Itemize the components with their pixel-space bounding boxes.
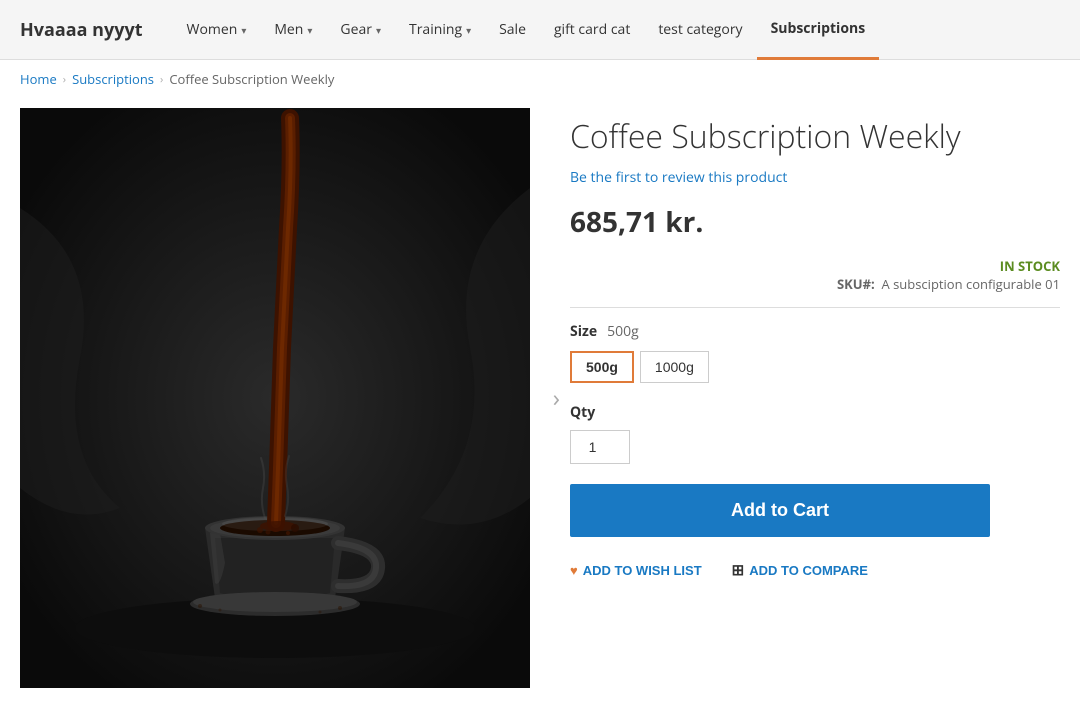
breadcrumb-current: Coffee Subscription Weekly bbox=[169, 70, 334, 88]
divider bbox=[570, 307, 1060, 308]
qty-section: Qty bbox=[570, 403, 1060, 464]
selected-size-display: 500g bbox=[607, 322, 639, 341]
compare-label: ADD TO COMPARE bbox=[749, 563, 868, 578]
breadcrumb-parent[interactable]: Subscriptions bbox=[72, 70, 154, 88]
size-label: Size bbox=[570, 322, 597, 341]
sku-line: SKU#: A subsciption configurable 01 bbox=[570, 275, 1060, 293]
chevron-down-icon: ▾ bbox=[241, 23, 246, 37]
product-details: Coffee Subscription Weekly Be the first … bbox=[570, 108, 1060, 688]
chevron-down-icon: ▾ bbox=[307, 23, 312, 37]
breadcrumb-home[interactable]: Home bbox=[20, 70, 57, 88]
size-option-1000g[interactable]: 1000g bbox=[640, 351, 709, 383]
add-to-compare-button[interactable]: ADD TO COMPARE bbox=[732, 561, 868, 579]
product-page: › Coffee Subscription Weekly Be the firs… bbox=[0, 98, 1080, 728]
breadcrumb-sep-2: › bbox=[160, 72, 163, 87]
breadcrumb-sep-1: › bbox=[63, 72, 66, 87]
site-logo: Hvaaaa nyyyt bbox=[20, 18, 143, 42]
product-image-wrap: › bbox=[20, 108, 530, 688]
product-image bbox=[20, 108, 530, 688]
chevron-down-icon: ▾ bbox=[376, 23, 381, 37]
wishlist-label: ADD TO WISH LIST bbox=[583, 563, 702, 578]
review-link[interactable]: Be the first to review this product bbox=[570, 168, 1060, 187]
nav-item-subscriptions[interactable]: Subscriptions bbox=[757, 0, 880, 60]
nav-item-gift-card-cat[interactable]: gift card cat bbox=[540, 0, 644, 60]
size-options: 500g1000g bbox=[570, 351, 1060, 383]
heart-icon bbox=[570, 563, 578, 578]
size-section: Size 500g 500g1000g bbox=[570, 322, 1060, 383]
stock-sku-section: IN STOCK SKU#: A subsciption configurabl… bbox=[570, 257, 1060, 293]
add-to-cart-button[interactable]: Add to Cart bbox=[570, 484, 990, 537]
nav-item-men[interactable]: Men ▾ bbox=[260, 0, 326, 60]
compare-icon bbox=[732, 561, 745, 579]
chevron-down-icon: ▾ bbox=[466, 23, 471, 37]
nav-item-gear[interactable]: Gear ▾ bbox=[326, 0, 395, 60]
nav-item-women[interactable]: Women ▾ bbox=[173, 0, 261, 60]
nav-item-training[interactable]: Training ▾ bbox=[395, 0, 485, 60]
nav-menu: Women ▾Men ▾Gear ▾Training ▾Salegift car… bbox=[173, 0, 880, 60]
size-option-500g[interactable]: 500g bbox=[570, 351, 634, 383]
nav-item-sale[interactable]: Sale bbox=[485, 0, 540, 60]
extra-actions: ADD TO WISH LIST ADD TO COMPARE bbox=[570, 561, 1060, 579]
product-image-svg bbox=[20, 108, 530, 688]
product-title: Coffee Subscription Weekly bbox=[570, 118, 1060, 156]
breadcrumb: Home › Subscriptions › Coffee Subscripti… bbox=[0, 60, 1080, 98]
size-label-row: Size 500g bbox=[570, 322, 1060, 341]
sku-value: A subsciption configurable 01 bbox=[882, 275, 1060, 293]
nav-item-test-category[interactable]: test category bbox=[644, 0, 756, 60]
product-price: 685,71 kr. bbox=[570, 203, 1060, 241]
stock-status: IN STOCK bbox=[570, 257, 1060, 275]
image-next-arrow[interactable]: › bbox=[553, 382, 560, 415]
sku-label: SKU#: bbox=[837, 275, 875, 293]
navigation: Hvaaaa nyyyt Women ▾Men ▾Gear ▾Training … bbox=[0, 0, 1080, 60]
add-to-wishlist-button[interactable]: ADD TO WISH LIST bbox=[570, 563, 702, 578]
qty-input[interactable] bbox=[570, 430, 630, 464]
qty-label: Qty bbox=[570, 403, 1060, 422]
